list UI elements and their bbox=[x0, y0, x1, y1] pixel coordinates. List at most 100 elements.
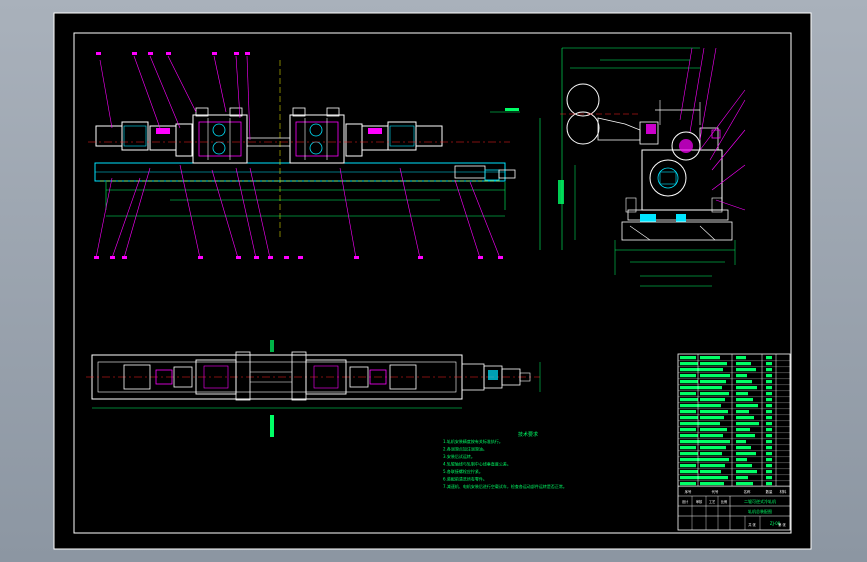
bom-header-cell: 序号 bbox=[685, 489, 692, 494]
bom-row-name bbox=[700, 446, 726, 450]
bom-row-spec bbox=[736, 464, 752, 468]
bom-row-name bbox=[700, 398, 725, 402]
bom-row-spec bbox=[736, 362, 751, 366]
bom-row-spec bbox=[736, 428, 750, 432]
bom-row-name bbox=[700, 392, 729, 396]
bom-row-spec bbox=[736, 356, 746, 360]
bom-row-name bbox=[700, 452, 722, 456]
title-block-cell: 共 张 bbox=[748, 522, 756, 527]
bom-row-name bbox=[700, 404, 721, 408]
bom-row-qty bbox=[766, 464, 772, 468]
bom-row-number bbox=[680, 380, 698, 384]
bom-row-name bbox=[700, 380, 726, 384]
bom-row-number bbox=[680, 464, 696, 468]
bom-row-qty bbox=[766, 392, 772, 396]
bom-row-name bbox=[700, 386, 722, 390]
bom-row-name bbox=[700, 440, 730, 444]
bom-row-number bbox=[680, 476, 700, 480]
bom-row-name bbox=[700, 410, 728, 414]
bom-row-number bbox=[680, 470, 698, 474]
bom-row-qty bbox=[766, 428, 772, 432]
bom-row-spec bbox=[736, 452, 756, 456]
bom-row-qty bbox=[766, 404, 772, 408]
bom-row-spec bbox=[736, 482, 753, 486]
bom-row-spec bbox=[736, 392, 748, 396]
bom-row-name bbox=[700, 458, 729, 462]
bom-row-qty bbox=[766, 458, 772, 462]
bom-row-number bbox=[680, 440, 700, 444]
bom-row-spec bbox=[736, 404, 758, 408]
bom-row-spec bbox=[736, 440, 746, 444]
title-block-cell: 工艺 bbox=[709, 499, 715, 504]
note-line: 6.装配前清洗所有零件。 bbox=[443, 476, 487, 482]
title-block-cell: 审核 bbox=[696, 499, 703, 504]
note-line: 7.减速机、电机安装后进行空载试车，检查各运动部件运转是否正常。 bbox=[443, 483, 567, 489]
bom-row-name bbox=[700, 470, 721, 474]
bom-row-qty bbox=[766, 386, 772, 390]
bom-row-number bbox=[680, 482, 696, 486]
bom-header-cell: 数量 bbox=[766, 489, 773, 494]
bom-row-spec bbox=[736, 458, 747, 462]
note-line: 4.轧辊轴线与轧制中心线垂直度公差。 bbox=[443, 461, 511, 467]
bom-row-name bbox=[700, 464, 725, 468]
note-line: 1.轧机安装精度按有关标准执行。 bbox=[443, 438, 503, 444]
bom-row-name bbox=[700, 476, 728, 480]
bom-row-number bbox=[680, 416, 698, 420]
bom-row-number bbox=[680, 458, 700, 462]
bom-row-qty bbox=[766, 380, 772, 384]
bom-row-name bbox=[700, 374, 730, 378]
bom-row-spec bbox=[736, 410, 749, 414]
bom-row-number bbox=[680, 446, 696, 450]
title-block-cell: 第 张 bbox=[778, 522, 786, 527]
bom-row-qty bbox=[766, 434, 772, 438]
notes-heading: 技术要求 bbox=[518, 431, 538, 438]
bom-row-number bbox=[680, 374, 696, 378]
bom-row-number bbox=[680, 410, 696, 414]
bom-row-spec bbox=[736, 398, 753, 402]
bom-row-name bbox=[700, 482, 724, 486]
bom-row-spec bbox=[736, 470, 757, 474]
bom-row-qty bbox=[766, 446, 772, 450]
bom-row-name bbox=[700, 422, 720, 426]
bom-row-number bbox=[680, 428, 696, 432]
note-line: 5.各联接螺栓应拧紧。 bbox=[443, 468, 483, 474]
cad-viewport[interactable]: 技术要求 1.轧机安装精度按有关标准执行。 2.各润滑点加注润滑油。 3.安装后试运… bbox=[0, 0, 867, 562]
bom-row-name bbox=[700, 416, 724, 420]
bom-row-number bbox=[680, 362, 698, 366]
note-line: 3.安装后试运转。 bbox=[443, 453, 475, 459]
bom-row-name bbox=[700, 368, 723, 372]
bom-row-qty bbox=[766, 416, 772, 420]
drawing-title-line1: 二辊可逆式冷轧机 bbox=[744, 498, 776, 504]
bom-row-spec bbox=[736, 422, 759, 426]
bom-row-spec bbox=[736, 416, 754, 420]
bom-row-spec bbox=[736, 386, 757, 390]
note-line: 2.各润滑点加注润滑油。 bbox=[443, 446, 487, 452]
bom-row-qty bbox=[766, 368, 772, 372]
bom-row-name bbox=[700, 362, 727, 366]
bom-row-qty bbox=[766, 422, 772, 426]
bom-row-spec bbox=[736, 476, 748, 480]
bom-row-name bbox=[700, 428, 727, 432]
drawing-sheet bbox=[53, 12, 812, 550]
cad-drawing-canvas[interactable]: 技术要求 1.轧机安装精度按有关标准执行。 2.各润滑点加注润滑油。3.安装后试运… bbox=[0, 0, 867, 562]
bom-row-number bbox=[680, 392, 696, 396]
bom-header-cell: 材料 bbox=[780, 489, 787, 494]
bom-row-qty bbox=[766, 476, 772, 480]
title-block-cell: 比例 bbox=[721, 499, 727, 504]
bom-row-number bbox=[680, 452, 698, 456]
bom-row-number bbox=[680, 434, 698, 438]
bom-row-qty bbox=[766, 452, 772, 456]
bom-row-qty bbox=[766, 356, 772, 360]
bom-row-number bbox=[680, 404, 700, 408]
bom-row-spec bbox=[736, 380, 752, 384]
bom-row-name bbox=[700, 434, 723, 438]
bom-row-spec bbox=[736, 374, 747, 378]
bom-header-cell: 代号 bbox=[712, 489, 719, 494]
bom-row-qty bbox=[766, 470, 772, 474]
bom-row-spec bbox=[736, 368, 756, 372]
bom-row-spec bbox=[736, 434, 755, 438]
title-block-cell: 设计 bbox=[682, 499, 689, 504]
bom-row-qty bbox=[766, 362, 772, 366]
bom-row-number bbox=[680, 422, 700, 426]
drawing-title-line2: 轧机总装配图 bbox=[748, 508, 772, 514]
